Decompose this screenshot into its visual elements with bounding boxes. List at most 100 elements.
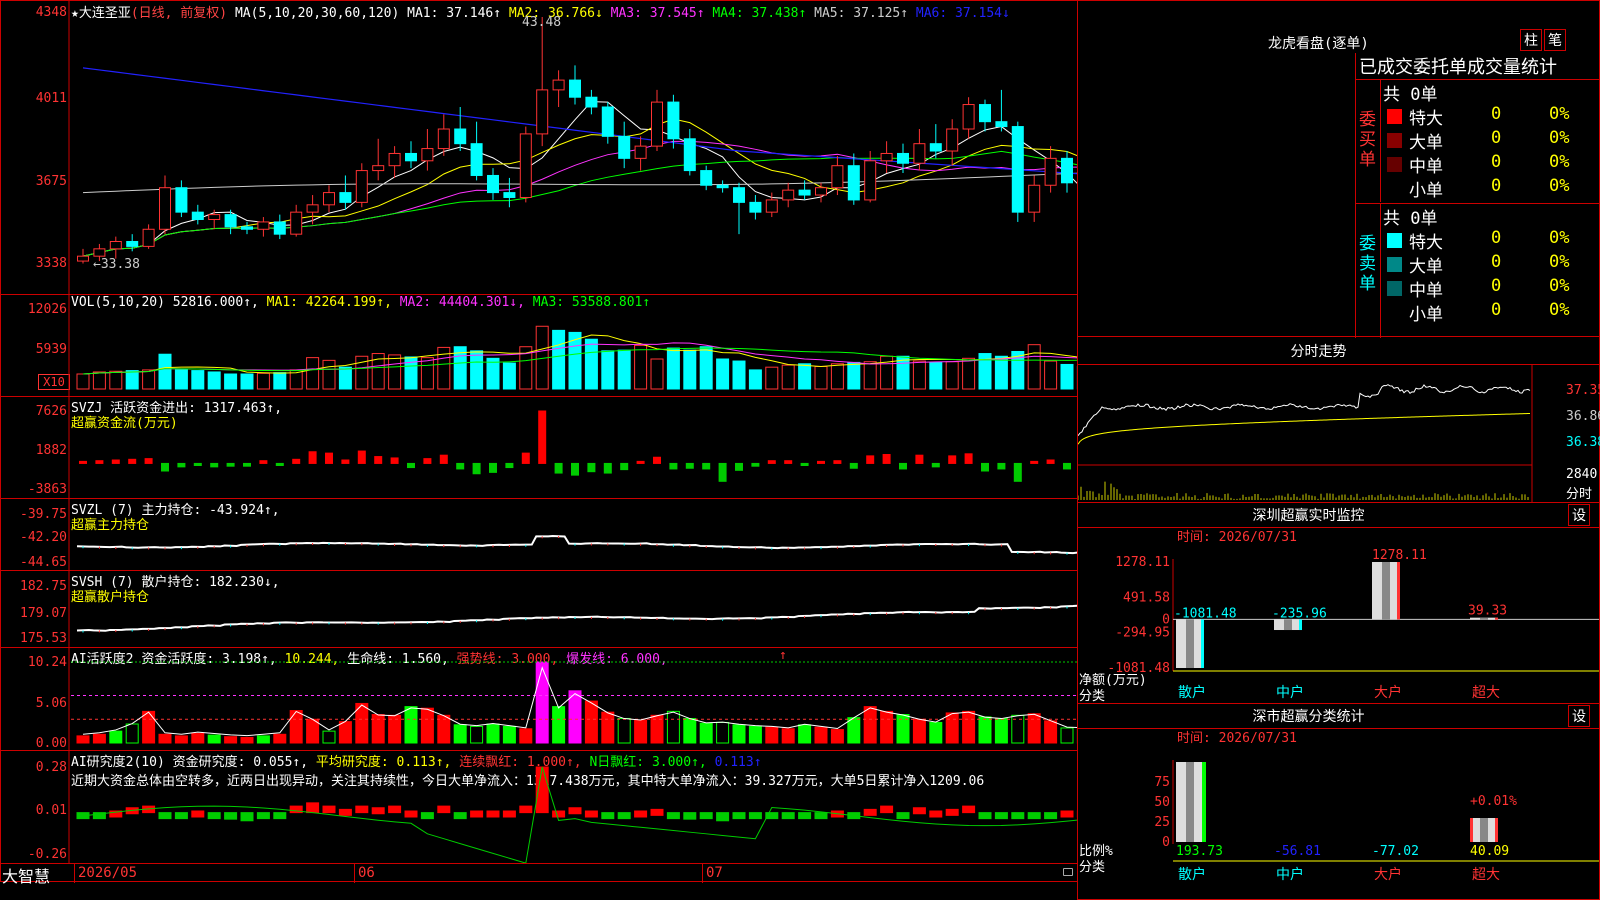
- bar: [241, 374, 253, 389]
- bar-shade: [1186, 762, 1194, 842]
- bar-edge: [1495, 818, 1498, 842]
- volume-panel[interactable]: 12026 5939 X10 VOL(5,10,20) 52816.000↑, …: [0, 294, 1078, 397]
- bar: [635, 720, 647, 743]
- bar: [602, 813, 614, 819]
- sell-row-s[interactable]: 小单 0 0%: [1381, 300, 1600, 324]
- candle-body: [258, 222, 269, 229]
- bar: [339, 722, 351, 743]
- dragon-panel: 龙虎看盘(逐单) 柱 笔 已成交委托单成交量统计 委买单 共 0单 特大 0 0% …: [1077, 0, 1600, 337]
- bar: [145, 459, 152, 464]
- svzl-panel[interactable]: -39.75 -42.20 -44.65 SVZL (7) 主力持仓: -43.…: [0, 498, 1078, 571]
- lock-icon[interactable]: [1063, 868, 1073, 876]
- buy-side-label: 委买单: [1356, 80, 1381, 202]
- candle-body: [898, 153, 909, 163]
- bar: [192, 811, 204, 817]
- buy-row-s[interactable]: 小单 0 0%: [1381, 176, 1600, 200]
- series-line: [77, 536, 1077, 553]
- data-label: 1278.11: [1372, 548, 1427, 563]
- bar-mode-button[interactable]: 柱: [1520, 29, 1542, 51]
- bar: [192, 734, 204, 743]
- candlestick-chart[interactable]: [1, 1, 1077, 294]
- bar: [1061, 811, 1073, 817]
- bar: [883, 454, 890, 463]
- candle-body: [291, 212, 302, 234]
- sz-monitor-panel[interactable]: 深圳超赢实时监控 设 时间: 2026/07/31 1278.11 491.58 0…: [1077, 502, 1600, 704]
- capital-flow-chart[interactable]: [1, 397, 1077, 498]
- bar: [585, 811, 597, 817]
- bar: [326, 453, 333, 463]
- bar: [588, 463, 595, 471]
- bar: [175, 370, 187, 389]
- ai-research-panel[interactable]: 0.28 0.01 -0.26 AI研究度2(10) 资金研究度: 0.055↑…: [0, 750, 1078, 864]
- price-line: [1078, 385, 1530, 436]
- candle-body: [865, 161, 876, 200]
- sell-row-m[interactable]: 中单 0 0%: [1381, 276, 1600, 300]
- bar: [963, 806, 975, 813]
- price-panel[interactable]: 4348 4011 3675 3338 ★大连圣亚(日线, 前复权) MA(5,…: [0, 0, 1078, 295]
- sell-side-text: 委卖单: [1359, 234, 1377, 294]
- class-ratio-chart[interactable]: 75 50 25 0 +0.01% 193.73 散户 -56.81 中户 -77.02 大户 40.…: [1078, 704, 1599, 899]
- bar: [208, 735, 220, 743]
- bar: [178, 463, 185, 466]
- intraday-panel[interactable]: 分时走势 37.35 36.86 36.38 2840 分时: [1077, 336, 1600, 503]
- net-amount-chart[interactable]: 1278.11491.580-294.95-1081.48-1081.48散户-…: [1078, 503, 1599, 703]
- bar: [257, 373, 269, 389]
- bar: [864, 707, 876, 743]
- bar: [490, 463, 497, 472]
- buy-row-m[interactable]: 中单 0 0%: [1381, 152, 1600, 176]
- bar: [506, 463, 513, 467]
- bar: [194, 463, 201, 465]
- svsh-panel[interactable]: 182.75 179.07 175.53 SVSH (7) 散户持仓: 182.…: [0, 570, 1078, 648]
- bar: [717, 359, 729, 389]
- bar: [684, 350, 696, 389]
- bar: [454, 813, 466, 819]
- candle-body: [930, 144, 941, 151]
- bar: [782, 813, 794, 819]
- sell-row-xl[interactable]: 特大 0 0%: [1381, 228, 1600, 252]
- bar: [175, 813, 187, 819]
- candle-body: [324, 193, 335, 205]
- x-divider: [702, 864, 703, 883]
- intraday-price-label: 37.35: [1566, 383, 1600, 398]
- bar: [536, 662, 548, 743]
- sz-monitor-xlabel: 分类: [1079, 685, 1105, 704]
- y-tick: -294.95: [1115, 626, 1170, 641]
- bar: [208, 813, 220, 819]
- bar: [520, 729, 532, 743]
- bar: [946, 362, 958, 389]
- bar: [749, 726, 761, 743]
- sz-class-panel[interactable]: 深市超赢分类统计 设 时间: 2026/07/31 75 50 25 0 +0.01% 1…: [1077, 703, 1600, 900]
- data-label: -77.02: [1372, 844, 1419, 859]
- sell-row-l[interactable]: 大单 0 0%: [1381, 252, 1600, 276]
- main-force-chart[interactable]: [1, 499, 1077, 570]
- ai-active-chart[interactable]: [1, 648, 1077, 750]
- svzj-panel[interactable]: 7626 1882 -3863 SVZJ 活跃资金进出: 1317.463↑, …: [0, 396, 1078, 499]
- ai-research-chart[interactable]: [1, 751, 1077, 863]
- buy-row-xl[interactable]: 特大 0 0%: [1381, 104, 1600, 128]
- buy-row-l[interactable]: 大单 0 0%: [1381, 128, 1600, 152]
- bar: [717, 722, 729, 743]
- bar: [749, 813, 761, 819]
- bar: [815, 813, 827, 819]
- candle-body: [717, 185, 728, 187]
- bar: [276, 463, 283, 465]
- ai-active-panel[interactable]: 10.24 5.06 0.00 AI活跃度2 资金活跃度: 3.198↑, 10…: [0, 647, 1078, 751]
- bar: [897, 356, 909, 389]
- bar: [848, 718, 860, 743]
- retail-position-chart[interactable]: [1, 571, 1077, 647]
- category-label: 散户: [1178, 866, 1206, 883]
- bar: [110, 731, 122, 743]
- bar: [110, 371, 122, 389]
- sz-class-xlabel: 分类: [1079, 856, 1105, 875]
- tick-mode-button[interactable]: 笔: [1544, 29, 1566, 51]
- candle-body: [143, 229, 154, 246]
- bar: [635, 811, 647, 817]
- volume-chart[interactable]: [1, 295, 1077, 396]
- bar: [471, 351, 483, 389]
- bar: [651, 359, 663, 389]
- bar: [307, 803, 319, 813]
- brand-logo[interactable]: 大智慧: [2, 863, 50, 887]
- intraday-chart[interactable]: [1078, 337, 1599, 502]
- bar: [339, 809, 351, 815]
- bar: [112, 460, 119, 463]
